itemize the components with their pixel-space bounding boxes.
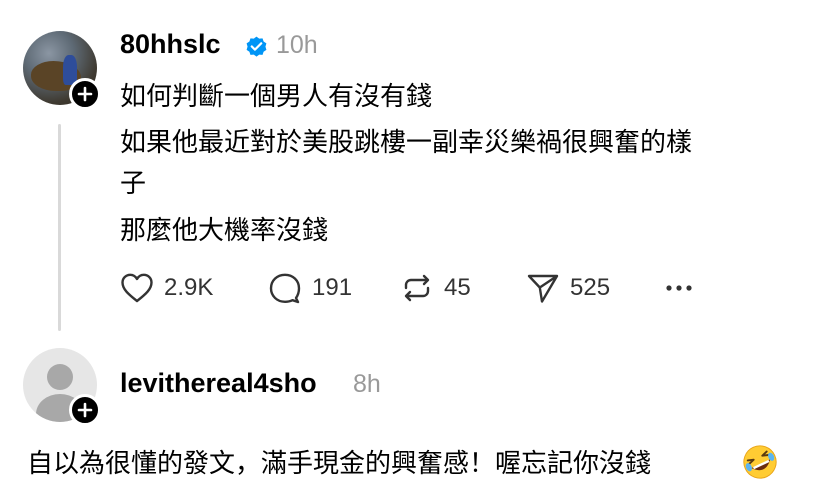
post-text-line: 子	[120, 169, 147, 199]
repost-button[interactable]: 45	[400, 270, 471, 306]
plus-icon	[77, 86, 93, 102]
plus-icon	[77, 402, 93, 418]
username[interactable]: 80hhslc	[120, 29, 221, 60]
post-text-line: 如果他最近對於美股跳樓一副幸災樂禍很興奮的樣	[120, 128, 693, 158]
repost-count: 45	[444, 274, 471, 301]
post-text-line: 如何判斷一個男人有沒有錢	[120, 82, 433, 112]
reply-count: 191	[312, 274, 353, 301]
share-button[interactable]: 525	[526, 270, 610, 306]
reply-button[interactable]: 191	[268, 270, 352, 306]
send-icon	[527, 274, 559, 303]
like-count: 2.9K	[164, 274, 214, 301]
default-avatar-icon	[47, 364, 73, 390]
verified-badge-icon	[246, 36, 267, 57]
like-button[interactable]: 2.9K	[120, 270, 213, 306]
username[interactable]: levithereal4sho	[120, 368, 317, 399]
thread-line	[58, 124, 61, 331]
post-text-line: 那麼他大機率沒錢	[120, 216, 329, 246]
follow-button[interactable]	[69, 78, 101, 110]
more-options-button[interactable]	[664, 270, 694, 306]
reply-time: 8h	[353, 370, 381, 398]
rolling-on-floor-laughing-emoji-icon	[743, 445, 777, 479]
comment-icon	[269, 273, 301, 304]
heart-icon	[121, 273, 153, 303]
repost-icon	[404, 274, 430, 302]
threads-feed: 80hhslc 10h 如何判斷一個男人有沒有錢 如果他最近對於美股跳樓一副幸災…	[0, 0, 828, 502]
post-time: 10h	[276, 31, 318, 59]
share-count: 525	[570, 274, 611, 301]
follow-button[interactable]	[69, 394, 101, 426]
reply-text: 自以為很懂的發文，滿手現金的興奮感！喔忘記你沒錢	[27, 449, 652, 479]
ellipsis-icon	[666, 285, 692, 291]
